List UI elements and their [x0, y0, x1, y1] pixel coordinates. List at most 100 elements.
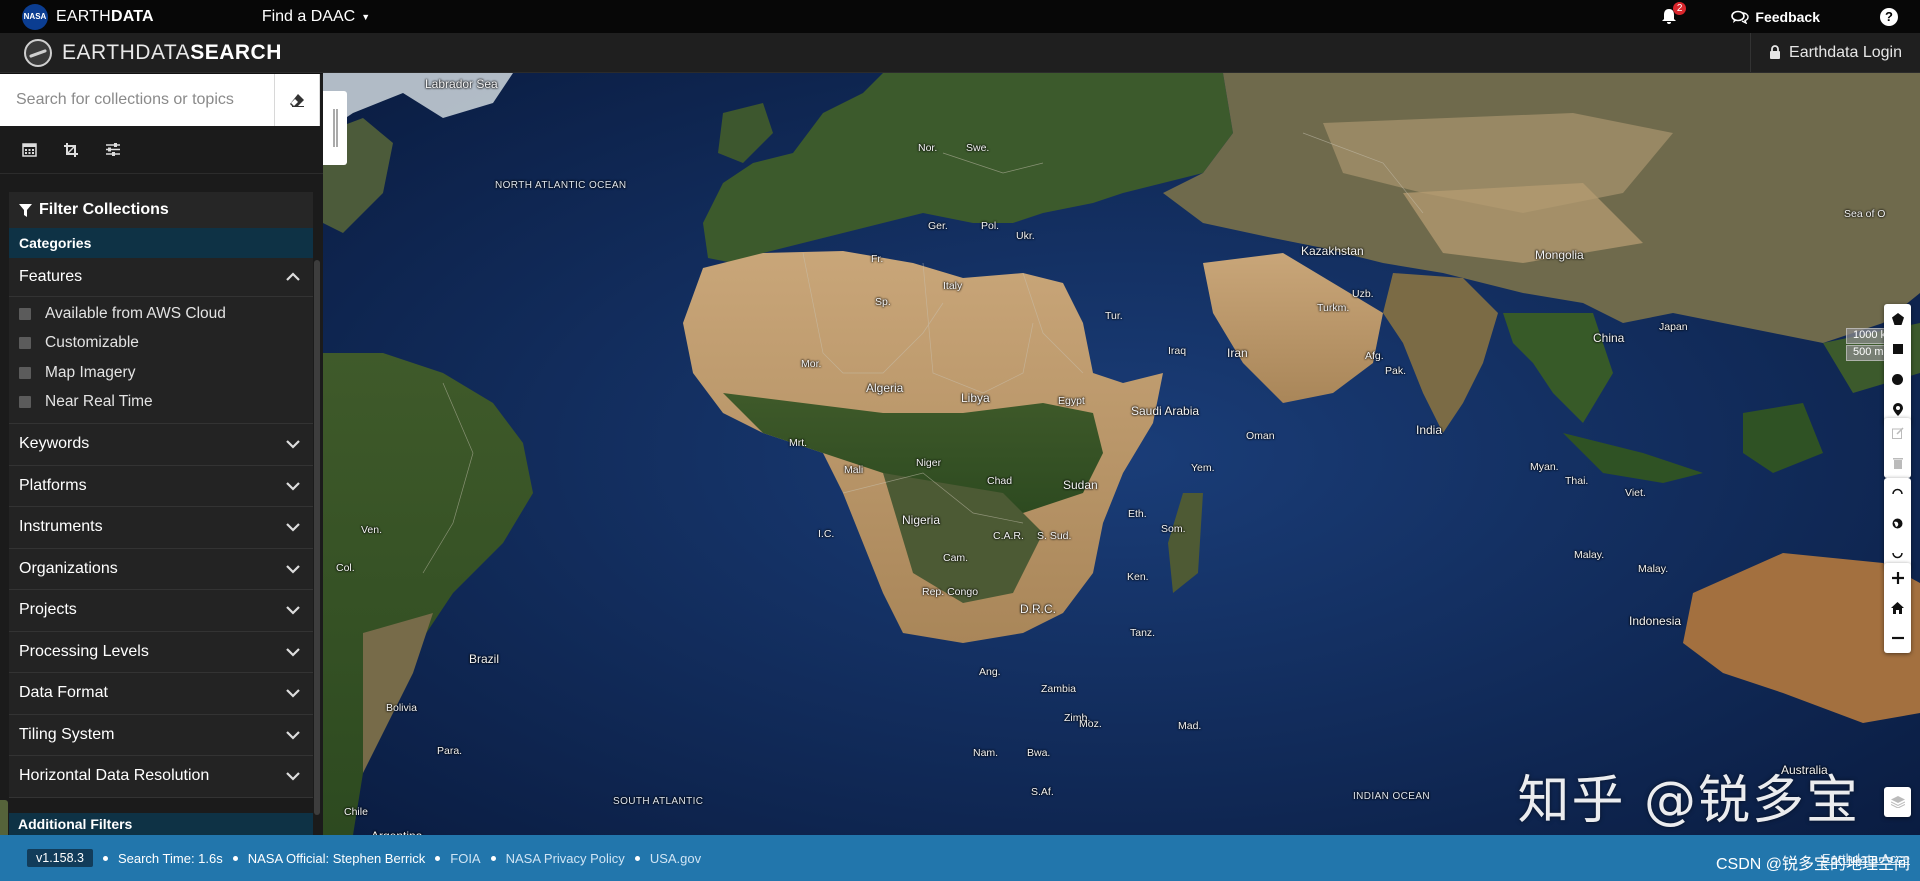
layers-group	[1884, 787, 1911, 817]
find-a-daac-menu[interactable]: Find a DAAC ▼	[262, 8, 370, 26]
facet-label: Tiling System	[19, 725, 115, 743]
map-place-label: Malay.	[1574, 549, 1605, 561]
map-place-label: Para.	[437, 745, 463, 757]
map-place-label: Mali	[844, 464, 864, 476]
draw-rectangle-button[interactable]	[1884, 334, 1911, 364]
facet-label: Horizontal Data Resolution	[19, 767, 210, 785]
facet-processing-levels[interactable]: Processing Levels	[9, 631, 313, 673]
usa-gov-link[interactable]: USA.gov	[650, 851, 701, 866]
delete-shape-button[interactable]	[1884, 448, 1911, 478]
zoom-in-button[interactable]	[1884, 563, 1911, 593]
earthdata-search-logo[interactable]: EARTHDATASEARCH	[24, 38, 282, 67]
map-place-label: Thai.	[1565, 475, 1589, 487]
circle-icon	[1892, 373, 1903, 385]
map-place-label: Ken.	[1127, 571, 1149, 583]
map-place-label: Nam.	[973, 747, 999, 759]
footer: v1.158.3 Search Time: 1.6s NASA Official…	[0, 835, 1920, 881]
facet-keywords[interactable]: Keywords	[9, 424, 313, 466]
zoom-out-button[interactable]	[1884, 623, 1911, 653]
notifications-button[interactable]: 2	[1657, 1, 1687, 29]
clear-search-button[interactable]	[274, 74, 319, 126]
foia-link[interactable]: FOIA	[450, 851, 480, 866]
csdn-watermark: CSDN @锐多宝的地理空间	[1715, 856, 1910, 873]
advanced-search-button[interactable]	[102, 139, 124, 161]
map-place-label: Eth.	[1128, 508, 1147, 520]
map-view[interactable]: Labrador Sea Nor. Swe. Ger. Pol. Ukr. Fr. Italy…	[323, 73, 1920, 835]
map-place-label: S.Af.	[1031, 786, 1054, 798]
checkbox[interactable]	[19, 366, 31, 379]
map-place-label: Uzb.	[1352, 288, 1374, 300]
map-place-label: Som.	[1161, 523, 1186, 535]
nasa-logo-text: NASA	[23, 12, 47, 21]
edit-icon	[1891, 427, 1904, 439]
map-place-label: Viet.	[1625, 487, 1646, 499]
top-navbar: NASA EARTHDATA Find a DAAC ▼ 2 Feedback …	[0, 0, 1920, 33]
facet-projects[interactable]: Projects	[9, 590, 313, 632]
feature-aws-cloud[interactable]: Available from AWS Cloud	[9, 299, 313, 329]
facet-data-format[interactable]: Data Format	[9, 673, 313, 715]
map-place-label: Bwa.	[1027, 747, 1051, 759]
layers-button[interactable]	[1884, 787, 1911, 817]
facet-platforms[interactable]: Platforms	[9, 465, 313, 507]
sidebar-scrollbar[interactable]	[314, 260, 320, 815]
earthdata-login-button[interactable]: Earthdata Login	[1750, 33, 1920, 72]
earthdata-brand[interactable]: NASA EARTHDATA	[22, 3, 154, 30]
checkbox[interactable]	[19, 337, 31, 350]
facet-tiling-system[interactable]: Tiling System	[9, 714, 313, 756]
filter-collections-header: Filter Collections	[9, 192, 313, 228]
map-place-label: China	[1593, 331, 1625, 345]
feature-near-real-time[interactable]: Near Real Time	[9, 388, 313, 418]
map-marker-icon	[1892, 402, 1903, 416]
earthdata-brand-text: EARTHDATA	[56, 8, 154, 26]
draw-circle-button[interactable]	[1884, 364, 1911, 394]
arctic-projection-button[interactable]	[1884, 478, 1911, 508]
feature-customizable[interactable]: Customizable	[9, 329, 313, 359]
zoom-tools-group	[1884, 563, 1911, 653]
map-place-label: Kazakhstan	[1301, 244, 1364, 258]
facet-horizontal-data-resolution[interactable]: Horizontal Data Resolution	[9, 756, 313, 798]
layers-icon	[1890, 796, 1905, 808]
map-place-label: Mrt.	[789, 437, 808, 449]
ocean-label-indian: INDIAN OCEAN	[1353, 791, 1431, 802]
lock-icon	[1770, 45, 1781, 59]
feature-label: Map Imagery	[45, 363, 136, 381]
map-place-label: Turkm.	[1317, 302, 1350, 314]
home-button[interactable]	[1884, 593, 1911, 623]
question-icon: ?	[1885, 9, 1893, 24]
map-place-label: Iran	[1227, 346, 1248, 360]
draw-polygon-button[interactable]	[1884, 304, 1911, 334]
chevron-down-icon	[286, 689, 300, 698]
facet-instruments[interactable]: Instruments	[9, 507, 313, 549]
checkbox[interactable]	[19, 307, 31, 320]
map-place-label: Sea of O	[1844, 208, 1886, 220]
brand-suffix: DATA	[110, 7, 154, 25]
facet-features[interactable]: Features	[9, 258, 313, 297]
map-place-label: Mad.	[1178, 720, 1202, 732]
app-title-prefix: EARTHDATA	[62, 40, 191, 64]
map-place-label: Ven.	[361, 524, 383, 536]
arctic-projection-icon	[1892, 488, 1903, 494]
feature-map-imagery[interactable]: Map Imagery	[9, 358, 313, 388]
facet-organizations[interactable]: Organizations	[9, 548, 313, 590]
help-button[interactable]: ?	[1880, 7, 1898, 26]
checkbox[interactable]	[19, 396, 31, 409]
map-place-label: Tanz.	[1130, 627, 1156, 639]
map-place-label: Brazil	[469, 652, 500, 666]
feedback-button[interactable]: Feedback	[1731, 9, 1820, 25]
map-place-label: Libya	[961, 391, 990, 405]
privacy-policy-link[interactable]: NASA Privacy Policy	[506, 851, 625, 866]
temporal-filter-button[interactable]	[18, 139, 40, 161]
spatial-filter-button[interactable]	[60, 139, 82, 161]
map-place-label: Col.	[336, 562, 355, 574]
feedback-label: Feedback	[1755, 8, 1820, 25]
map-place-label: Cam.	[943, 552, 969, 564]
map-place-label: Fr.	[871, 253, 884, 265]
sliders-icon	[106, 143, 120, 156]
geographic-projection-button[interactable]	[1884, 508, 1911, 538]
map-place-label: Japan	[1659, 321, 1688, 333]
edit-shape-button[interactable]	[1884, 418, 1911, 448]
map-place-label: Tur.	[1105, 310, 1123, 322]
collection-search-input[interactable]	[0, 74, 274, 126]
map-place-label: Pak.	[1385, 365, 1407, 377]
sidebar-resize-handle[interactable]	[323, 91, 347, 165]
